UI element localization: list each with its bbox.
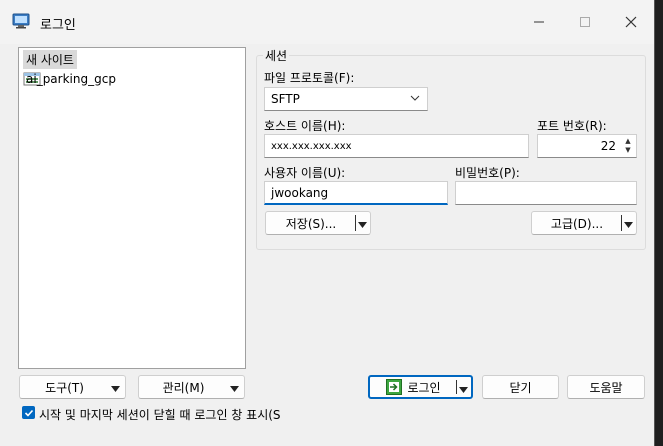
split-divider [621, 215, 622, 231]
window-title: 로그인 [40, 18, 76, 33]
port-value: 22 [600, 139, 616, 153]
minimize-icon [534, 21, 544, 23]
help-button[interactable]: 도움말 [567, 375, 645, 399]
save-button-label: 저장(S)... [285, 216, 337, 231]
session-group-title: 세션 [263, 47, 290, 64]
manage-button-label: 관리(M) [162, 380, 205, 395]
password-input[interactable] [455, 181, 637, 205]
advanced-button-label: 고급(D)... [550, 216, 604, 231]
save-button[interactable]: 저장(S)... [265, 211, 371, 235]
username-label: 사용자 이름(U): [264, 166, 346, 180]
winscp-app-icon [12, 13, 30, 29]
close-button[interactable]: 닫기 [482, 375, 559, 399]
username-input[interactable]: jwookang [264, 181, 448, 205]
close-button-label: 닫기 [509, 380, 532, 395]
tools-button-label: 도구(T) [45, 380, 84, 395]
checkmark-icon [24, 409, 33, 417]
site-item-label: ai_parking_gcp [26, 71, 116, 86]
port-label: 포트 번호(R): [537, 119, 607, 133]
login-dialog: 로그인 새 사이트 ai_parking_gcp 세션 파일 프로토콜(F): … [0, 0, 655, 446]
show-on-start-checkbox[interactable] [22, 406, 35, 419]
host-value: xxx.xxx.xxx.xxx [271, 140, 352, 152]
split-divider [456, 380, 457, 394]
dropdown-arrow-icon [230, 382, 239, 396]
site-tree[interactable]: 새 사이트 ai_parking_gcp [18, 47, 246, 369]
spin-arrows-icon[interactable]: ▲ ▼ [622, 137, 634, 155]
login-button[interactable]: 로그인 [368, 375, 473, 399]
help-button-label: 도움말 [589, 380, 623, 395]
protocol-value: SFTP [271, 92, 300, 106]
show-on-start-label[interactable]: 시작 및 마지막 세션이 닫힐 때 로그인 창 표시(S [39, 406, 287, 423]
protocol-select[interactable]: SFTP [264, 87, 428, 111]
split-divider [355, 215, 356, 231]
dropdown-arrow-icon [111, 382, 120, 396]
port-spinner[interactable]: 22 ▲ ▼ [537, 134, 637, 158]
dropdown-arrow-icon[interactable] [459, 383, 468, 397]
site-item-ai-parking-gcp[interactable]: ai_parking_gcp [23, 69, 116, 88]
dropdown-arrow-icon[interactable] [624, 218, 633, 232]
host-input[interactable]: xxx.xxx.xxx.xxx [264, 134, 529, 158]
password-label: 비밀번호(P): [455, 166, 520, 180]
username-value: jwookang [271, 185, 329, 200]
login-button-label: 로그인 [407, 380, 441, 395]
site-item-new[interactable]: 새 사이트 [23, 50, 77, 69]
close-window-button[interactable] [608, 0, 654, 44]
minimize-button[interactable] [516, 0, 562, 44]
login-icon [386, 379, 403, 395]
tools-button[interactable]: 도구(T) [19, 375, 126, 399]
advanced-button[interactable]: 고급(D)... [531, 211, 637, 235]
chevron-down-icon [409, 92, 421, 107]
protocol-label: 파일 프로토콜(F): [264, 71, 355, 85]
host-label: 호스트 이름(H): [264, 119, 346, 133]
dropdown-arrow-icon[interactable] [358, 218, 367, 232]
close-icon [625, 16, 637, 28]
title-bar[interactable]: 로그인 [0, 0, 654, 44]
manage-button[interactable]: 관리(M) [138, 375, 245, 399]
maximize-icon [580, 17, 590, 27]
maximize-button[interactable] [562, 0, 608, 44]
site-item-label: 새 사이트 [23, 50, 77, 69]
